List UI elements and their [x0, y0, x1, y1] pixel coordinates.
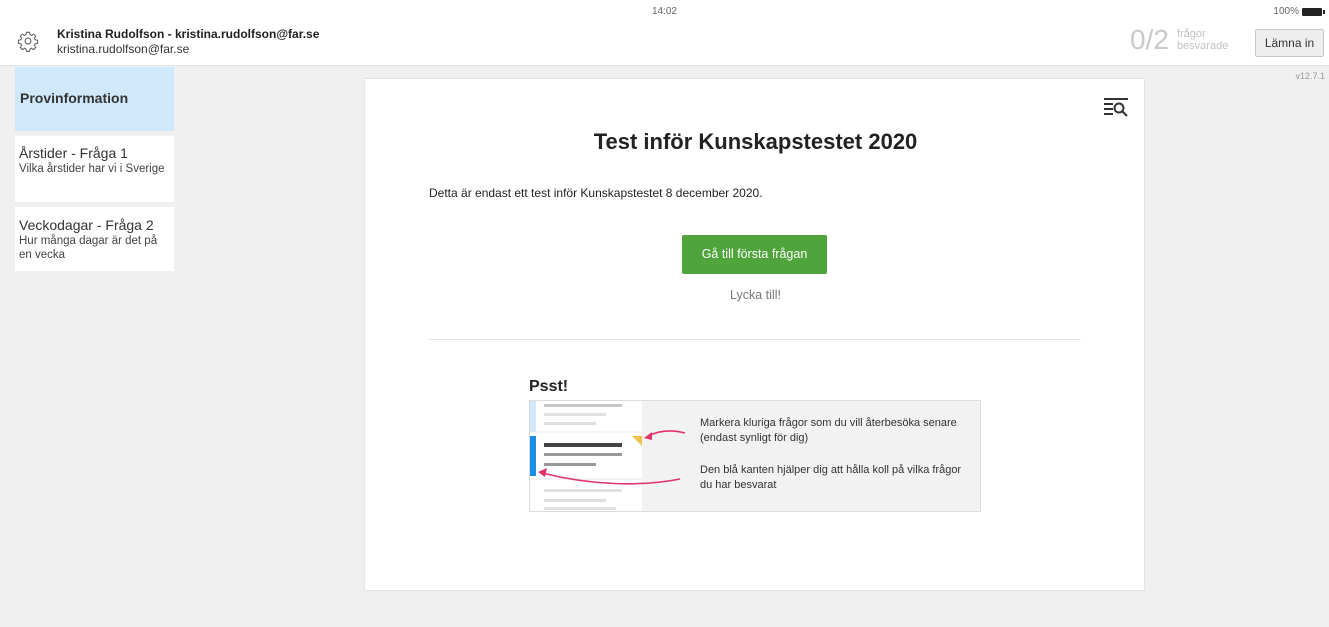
sidebar: Provinformation Årstider - Fråga 1 Vilka…	[15, 67, 174, 271]
sidebar-item-subtitle: Vilka årstider har vi i Sverige	[19, 163, 165, 175]
gear-icon[interactable]	[17, 30, 39, 52]
answered-label: frågor besvarade	[1177, 28, 1228, 52]
tip-box: Markera kluriga frågor som du vill återb…	[529, 400, 981, 512]
annotation-arrows	[538, 430, 686, 485]
clock: 14:02	[651, 6, 678, 17]
battery-status: 100%	[1273, 6, 1325, 17]
submit-button[interactable]: Lämna in	[1255, 29, 1324, 57]
tip-blue-edge: Den blå kanten hjälper dig att hålla kol…	[700, 464, 962, 491]
tip-mark-questions: Markera kluriga frågor som du vill återb…	[700, 417, 957, 444]
battery-percent: 100%	[1273, 6, 1299, 17]
user-email: kristina.rudolfson@far.se	[57, 42, 190, 56]
divider	[429, 339, 1081, 340]
sidebar-item-question-2[interactable]: Veckodagar - Fråga 2 Hur många dagar är …	[15, 207, 174, 271]
intro-text: Detta är endast ett test inför Kunskapst…	[429, 186, 763, 200]
answered-label-line1: frågor	[1176, 28, 1206, 40]
user-name: Kristina Rudolfson - kristina.rudolfson@…	[57, 27, 320, 41]
sidebar-item-title: Årstider - Fråga 1	[19, 145, 128, 161]
answered-count: 0/2	[1130, 24, 1169, 55]
answered-label-line2: besvarade	[1176, 40, 1229, 52]
sidebar-item-question-1[interactable]: Årstider - Fråga 1 Vilka årstider har vi…	[15, 136, 174, 202]
top-bar: Kristina Rudolfson - kristina.rudolfson@…	[0, 0, 1329, 66]
start-first-question-button[interactable]: Gå till första frågan	[682, 235, 827, 274]
answered-progress: 0/2 frågor besvarade	[1130, 26, 1228, 54]
psst-title: Psst!	[529, 378, 569, 395]
good-luck-text: Lycka till!	[730, 288, 781, 302]
page-title: Test inför Kunskapstestet 2020	[593, 129, 918, 154]
battery-icon	[1302, 7, 1325, 16]
filter-search-icon[interactable]	[1103, 97, 1129, 119]
sidebar-item-title: Veckodagar - Fråga 2	[19, 217, 154, 233]
sidebar-item-subtitle: Hur många dagar är det på en vecka	[19, 235, 158, 261]
info-card: Test inför Kunskapstestet 2020 Detta är …	[364, 78, 1145, 591]
sidebar-item-provinformation[interactable]: Provinformation	[15, 67, 174, 131]
version-label: v12.7.1	[1295, 71, 1325, 81]
